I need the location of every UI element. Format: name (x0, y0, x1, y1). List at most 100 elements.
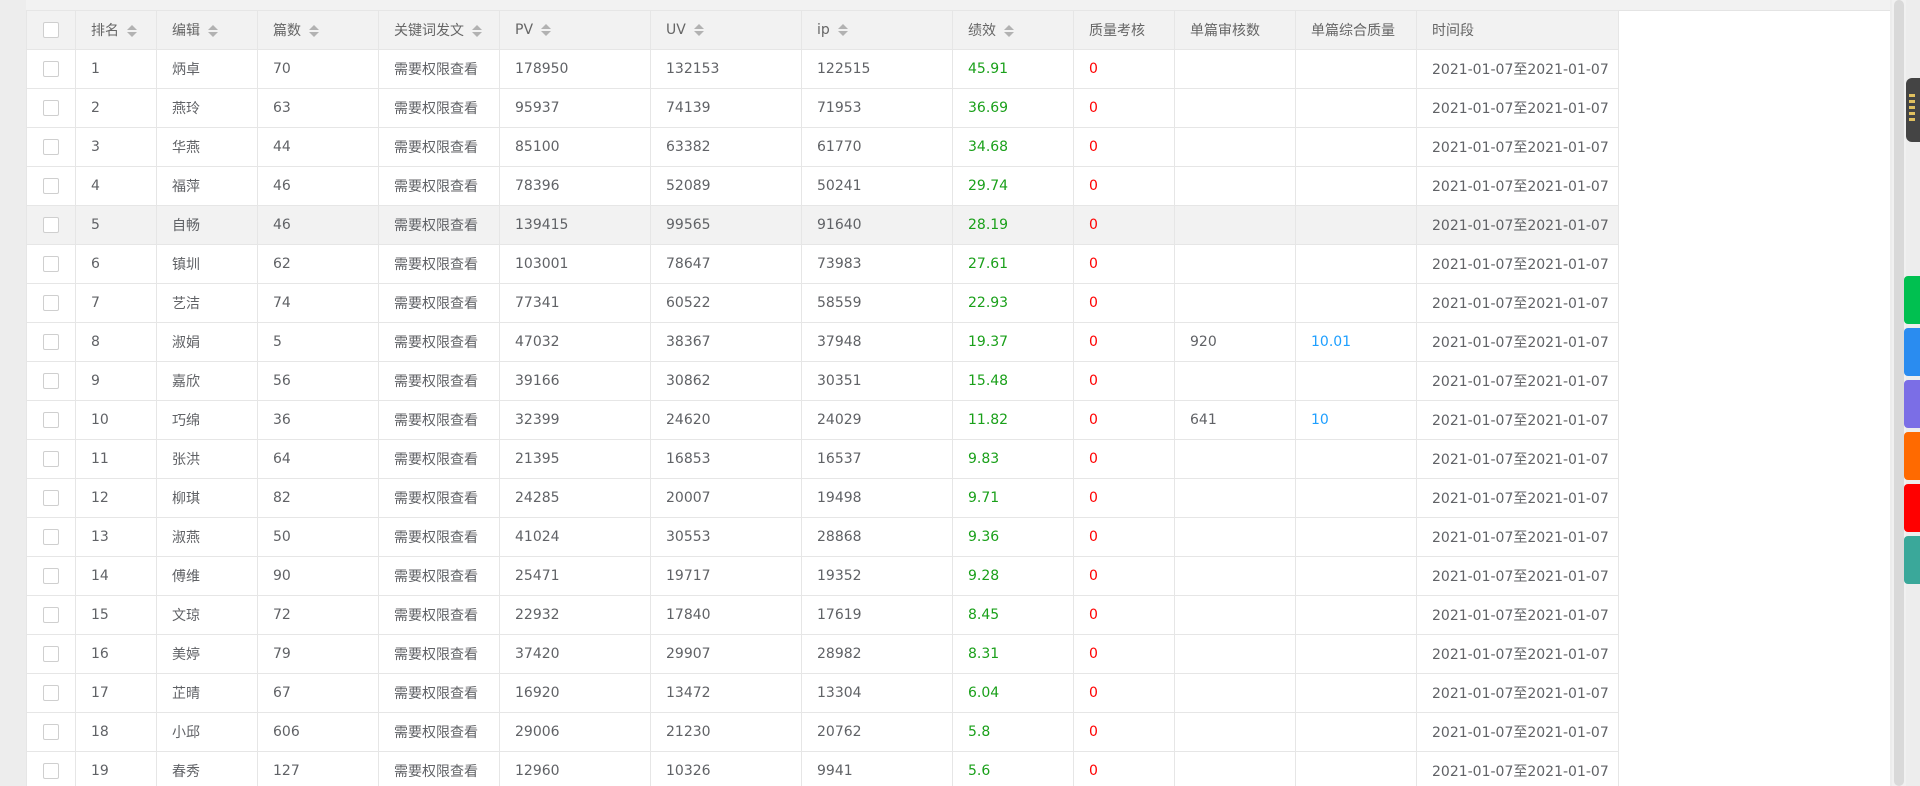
table-row[interactable]: 12 柳琪 82 需要权限查看 24285 20007 19498 9.71 0 2021-01-… (26, 478, 1619, 518)
cell-quality-check: 0 (1073, 88, 1175, 128)
row-checkbox[interactable] (43, 373, 59, 389)
cell-time-range: 2021-01-07至2021-01-07 (1416, 361, 1619, 401)
sort-caret-icon[interactable] (127, 24, 137, 38)
cell-count: 50 (257, 517, 379, 557)
column-header-editor[interactable]: 编辑 (156, 10, 258, 50)
floating-widget[interactable] (1906, 78, 1920, 142)
side-tab-3[interactable] (1904, 380, 1920, 428)
cell-count: 127 (257, 751, 379, 786)
cell-editor: 张洪 (156, 439, 258, 479)
column-header-pv[interactable]: PV (499, 10, 651, 50)
table-row[interactable]: 8 淑娟 5 需要权限查看 47032 38367 37948 19.37 0 920 10.01 2… (26, 322, 1619, 362)
cell-uv: 20007 (650, 478, 802, 518)
row-checkbox[interactable] (43, 61, 59, 77)
sort-caret-icon[interactable] (693, 23, 704, 37)
cell-uv: 10326 (650, 751, 802, 786)
scrollbar-thumb[interactable] (1894, 0, 1904, 786)
cell-single-review-count (1174, 88, 1296, 128)
column-header-keyword-posts[interactable]: 关键词发文 (378, 10, 500, 50)
cell-quality-check: 0 (1073, 751, 1175, 786)
table-row[interactable]: 17 芷晴 67 需要权限查看 16920 13472 13304 6.04 0 2021-01-… (26, 673, 1619, 713)
table-row[interactable]: 1 炳卓 70 需要权限查看 178950 132153 122515 45.91 0 2021-… (26, 49, 1619, 89)
table-row[interactable]: 11 张洪 64 需要权限查看 21395 16853 16537 9.83 0 2021-01-… (26, 439, 1619, 479)
column-header-ip[interactable]: ip (801, 10, 953, 50)
cell-single-composite-quality (1295, 166, 1417, 206)
row-checkbox[interactable] (43, 607, 59, 623)
sort-caret-icon[interactable] (837, 23, 848, 37)
column-header-uv[interactable]: UV (650, 10, 802, 50)
table-row[interactable]: 13 淑燕 50 需要权限查看 41024 30553 28868 9.36 0 2021-01-… (26, 517, 1619, 557)
cell-quality-check: 0 (1073, 595, 1175, 635)
sort-caret-icon[interactable] (472, 24, 482, 38)
cell-quality-check: 0 (1073, 127, 1175, 167)
row-select-cell (26, 517, 76, 557)
table-row[interactable]: 3 华燕 44 需要权限查看 85100 63382 61770 34.68 0 2021-01-… (26, 127, 1619, 167)
cell-quality-check: 0 (1073, 556, 1175, 596)
cell-single-composite-quality (1295, 673, 1417, 713)
cell-time-range: 2021-01-07至2021-01-07 (1416, 439, 1619, 479)
sort-caret-icon[interactable] (541, 23, 552, 37)
cell-performance: 34.68 (952, 127, 1074, 167)
row-checkbox[interactable] (43, 724, 59, 740)
row-select-cell (26, 556, 76, 596)
side-tab-5[interactable] (1904, 484, 1920, 532)
cell-rank: 12 (75, 478, 157, 518)
cell-single-composite-quality (1295, 751, 1417, 786)
side-tab-2[interactable] (1904, 328, 1920, 376)
sort-caret-icon[interactable] (309, 24, 319, 38)
row-checkbox[interactable] (43, 178, 59, 194)
row-checkbox[interactable] (43, 334, 59, 350)
table-row[interactable]: 9 嘉欣 56 需要权限查看 39166 30862 30351 15.48 0 2021-01-… (26, 361, 1619, 401)
side-tab-6[interactable] (1904, 536, 1920, 584)
table-row[interactable]: 18 小邱 606 需要权限查看 29006 21230 20762 5.8 0 2021-01-… (26, 712, 1619, 752)
cell-single-review-count (1174, 595, 1296, 635)
row-checkbox[interactable] (43, 217, 59, 233)
cell-ip: 17619 (801, 595, 953, 635)
cell-quality-check: 0 (1073, 439, 1175, 479)
row-select-cell (26, 673, 76, 713)
side-tab-4[interactable] (1904, 432, 1920, 480)
row-checkbox[interactable] (43, 568, 59, 584)
table-row[interactable]: 7 艺洁 74 需要权限查看 77341 60522 58559 22.93 0 2021-01-… (26, 283, 1619, 323)
table-row[interactable]: 4 福萍 46 需要权限查看 78396 52089 50241 29.74 0 2021-01-… (26, 166, 1619, 206)
cell-quality-check: 0 (1073, 673, 1175, 713)
table-row[interactable]: 14 傅维 90 需要权限查看 25471 19717 19352 9.28 0 2021-01-… (26, 556, 1619, 596)
cell-pv: 24285 (499, 478, 651, 518)
cell-ip: 9941 (801, 751, 953, 786)
row-checkbox[interactable] (43, 529, 59, 545)
column-header-performance[interactable]: 绩效 (952, 10, 1074, 50)
sort-caret-icon[interactable] (1004, 24, 1014, 38)
row-checkbox[interactable] (43, 685, 59, 701)
cell-rank: 5 (75, 205, 157, 245)
cell-rank: 1 (75, 49, 157, 89)
cell-uv: 17840 (650, 595, 802, 635)
sort-caret-icon[interactable] (208, 24, 218, 38)
row-checkbox[interactable] (43, 763, 59, 779)
row-checkbox[interactable] (43, 646, 59, 662)
row-checkbox[interactable] (43, 139, 59, 155)
row-checkbox[interactable] (43, 295, 59, 311)
column-header-count[interactable]: 篇数 (257, 10, 379, 50)
select-all-checkbox[interactable] (43, 22, 59, 38)
row-checkbox[interactable] (43, 490, 59, 506)
row-select-cell (26, 205, 76, 245)
cell-editor: 艺洁 (156, 283, 258, 323)
row-checkbox[interactable] (43, 100, 59, 116)
row-checkbox[interactable] (43, 412, 59, 428)
cell-pv: 47032 (499, 322, 651, 362)
table-row[interactable]: 5 自畅 46 需要权限查看 139415 99565 91640 28.19 0 2021-01… (26, 205, 1619, 245)
table-row[interactable]: 15 文琼 72 需要权限查看 22932 17840 17619 8.45 0 2021-01-… (26, 595, 1619, 635)
cell-performance: 6.04 (952, 673, 1074, 713)
table-row[interactable]: 2 燕玲 63 需要权限查看 95937 74139 71953 36.69 0 2021-01-… (26, 88, 1619, 128)
side-tab-1[interactable] (1904, 276, 1920, 324)
table-row[interactable]: 10 巧绵 36 需要权限查看 32399 24620 24029 11.82 0 641 10 20… (26, 400, 1619, 440)
table-row[interactable]: 19 春秀 127 需要权限查看 12960 10326 9941 5.6 0 2021-01-0… (26, 751, 1619, 786)
cell-count: 67 (257, 673, 379, 713)
cell-editor: 淑娟 (156, 322, 258, 362)
row-checkbox[interactable] (43, 256, 59, 272)
table-row[interactable]: 6 镇圳 62 需要权限查看 103001 78647 73983 27.61 0 2021-01… (26, 244, 1619, 284)
table-row[interactable]: 16 美婷 79 需要权限查看 37420 29907 28982 8.31 0 2021-01-… (26, 634, 1619, 674)
cell-count: 79 (257, 634, 379, 674)
column-header-rank[interactable]: 排名 (75, 10, 157, 50)
row-checkbox[interactable] (43, 451, 59, 467)
